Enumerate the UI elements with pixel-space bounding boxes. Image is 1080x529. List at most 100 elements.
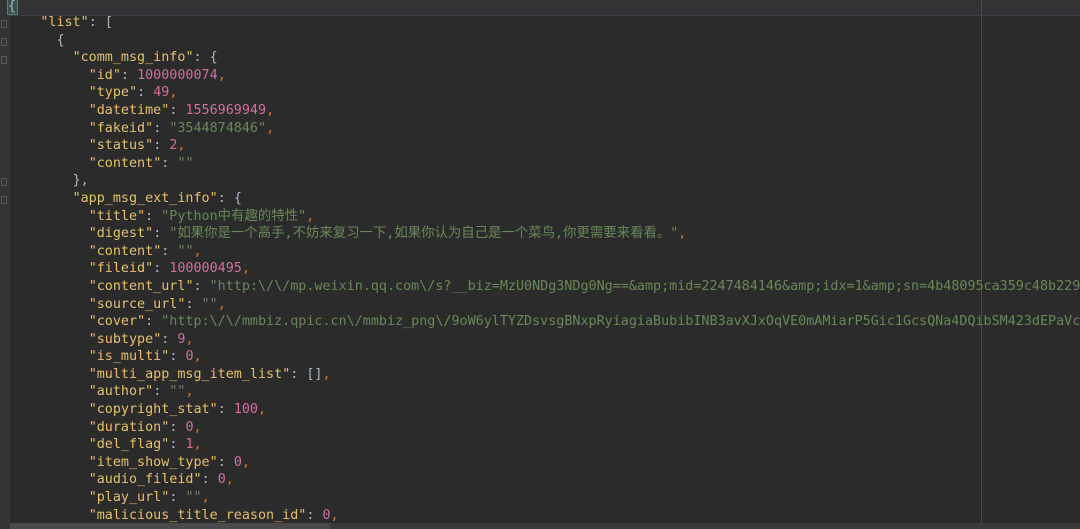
code-line[interactable]: "list": [: [0, 14, 1080, 32]
json-comma: ,: [185, 331, 194, 347]
code-line[interactable]: "comm_msg_info": {: [0, 49, 1080, 67]
code-line[interactable]: },: [0, 172, 1080, 190]
code-line[interactable]: "audio_fileid": 0,: [0, 471, 1080, 489]
code-line[interactable]: "item_show_type": 0,: [0, 454, 1080, 472]
json-quote: ": [185, 50, 194, 66]
json-quote: ": [209, 402, 218, 418]
code-line[interactable]: "id": 1000000074,: [0, 67, 1080, 85]
code-editor[interactable]: { "list": [ { "comm_msg_info": { "id": 1…: [0, 0, 1080, 529]
code-line[interactable]: "del_flag": 1,: [0, 436, 1080, 454]
json-comma: ,: [266, 120, 275, 136]
code-line[interactable]: "fileid": 100000495,: [0, 260, 1080, 278]
json-comma: ,: [225, 472, 234, 488]
json-comma: ,: [322, 366, 331, 382]
code-line[interactable]: "title": "Python中有趣的特性",: [0, 208, 1080, 226]
json-value: "": [177, 243, 194, 259]
code-line[interactable]: "type": 49,: [0, 84, 1080, 102]
json-value: 1556969949: [185, 102, 267, 118]
json-colon: :: [306, 507, 323, 523]
json-quote: ": [88, 226, 97, 242]
code-line[interactable]: "play_url": "",: [0, 489, 1080, 507]
json-colon: :: [145, 208, 162, 224]
json-key: copyright_stat: [96, 402, 210, 418]
json-quote: ": [145, 138, 154, 154]
json-quote: ": [88, 243, 97, 259]
json-comma: ,: [193, 243, 202, 259]
json-quote: ": [88, 102, 97, 118]
code-line[interactable]: "status": 2,: [0, 137, 1080, 155]
json-quote: ": [88, 155, 97, 171]
code-line[interactable]: "malicious_title_reason_id": 0,: [0, 507, 1080, 525]
code-line[interactable]: "subtype": 9,: [0, 331, 1080, 349]
editor-top-bar: [0, 0, 1080, 15]
json-colon: :: [217, 454, 234, 470]
horizontal-scrollbar-thumb[interactable]: [10, 523, 330, 529]
json-quote: ": [88, 208, 97, 224]
json-colon: :: [161, 243, 178, 259]
json-quote: ": [88, 366, 97, 382]
json-quote: ": [88, 490, 97, 506]
json-value: "": [169, 384, 186, 400]
json-quote: ": [88, 349, 97, 365]
json-key: comm_msg_info: [80, 50, 186, 66]
json-value: 0: [322, 507, 331, 523]
json-quote: ": [88, 314, 97, 330]
json-value: "http:\/\/mp.weixin.qq.com\/s?__biz=MzU0…: [209, 278, 1080, 294]
json-value: "3544874846": [169, 120, 267, 136]
json-key: play_url: [96, 490, 162, 506]
code-line[interactable]: "duration": 0,: [0, 419, 1080, 437]
code-line[interactable]: "content": "",: [0, 243, 1080, 261]
json-value: 100: [233, 402, 258, 418]
json-colon: :: [193, 278, 210, 294]
json-key: type: [96, 85, 129, 101]
json-key: fakeid: [96, 120, 146, 136]
json-quote: ": [129, 85, 138, 101]
code-line[interactable]: "author": "",: [0, 383, 1080, 401]
json-colon: :: [217, 402, 234, 418]
json-quote: ": [185, 278, 194, 294]
json-quote: ": [88, 507, 97, 523]
code-line[interactable]: "source_url": "",: [0, 296, 1080, 314]
code-line[interactable]: "content_url": "http:\/\/mp.weixin.qq.co…: [0, 278, 1080, 296]
json-key: malicious_title_reason_id: [96, 507, 299, 523]
json-comma: ,: [201, 490, 210, 506]
json-colon: :: [290, 366, 307, 382]
json-key: multi_app_msg_item_list: [96, 366, 283, 382]
json-value: []: [306, 366, 323, 382]
json-quote: ": [193, 472, 202, 488]
code-content[interactable]: "list": [ { "comm_msg_info": { "id": 100…: [0, 14, 1080, 524]
json-key: content: [96, 155, 154, 171]
json-quote: ": [137, 208, 146, 224]
json-key: item_show_type: [96, 454, 210, 470]
json-colon: :: [153, 261, 170, 277]
json-quote: ": [88, 85, 97, 101]
code-line[interactable]: "copyright_stat": 100,: [0, 401, 1080, 419]
json-colon: :: [169, 437, 186, 453]
code-line[interactable]: "cover": "http:\/\/mmbiz.qpic.cn\/mmbiz_…: [0, 313, 1080, 331]
code-line[interactable]: "is_multi": 0,: [0, 348, 1080, 366]
json-value: 1: [185, 437, 194, 453]
code-line[interactable]: "app_msg_ext_info": {: [0, 190, 1080, 208]
json-colon: :: [88, 15, 105, 30]
json-quote: ": [88, 402, 97, 418]
json-colon: :: [137, 85, 154, 101]
code-line[interactable]: "fakeid": "3544874846",: [0, 120, 1080, 138]
json-value: "Python中有趣的特性": [161, 208, 307, 224]
code-line[interactable]: {: [0, 32, 1080, 50]
json-value: "": [185, 490, 202, 506]
json-colon: :: [120, 67, 138, 83]
json-colon: :: [169, 102, 186, 118]
json-value: 100000495: [169, 261, 242, 277]
json-key: audio_fileid: [96, 472, 194, 488]
json-key: status: [96, 138, 146, 154]
code-line[interactable]: "multi_app_msg_item_list": [],: [0, 366, 1080, 384]
code-line[interactable]: "content": "": [0, 155, 1080, 173]
code-line[interactable]: "digest": "如果你是一个高手,不妨来复习一下,如果你认为自己是一个菜鸟…: [0, 225, 1080, 243]
json-quote: ": [88, 296, 97, 312]
json-colon: :: [153, 226, 170, 242]
json-comma: ,: [193, 419, 202, 435]
code-line[interactable]: "datetime": 1556969949,: [0, 102, 1080, 120]
json-colon: :: [169, 419, 186, 435]
json-colon: :: [153, 120, 170, 136]
json-comma: ,: [258, 402, 267, 418]
